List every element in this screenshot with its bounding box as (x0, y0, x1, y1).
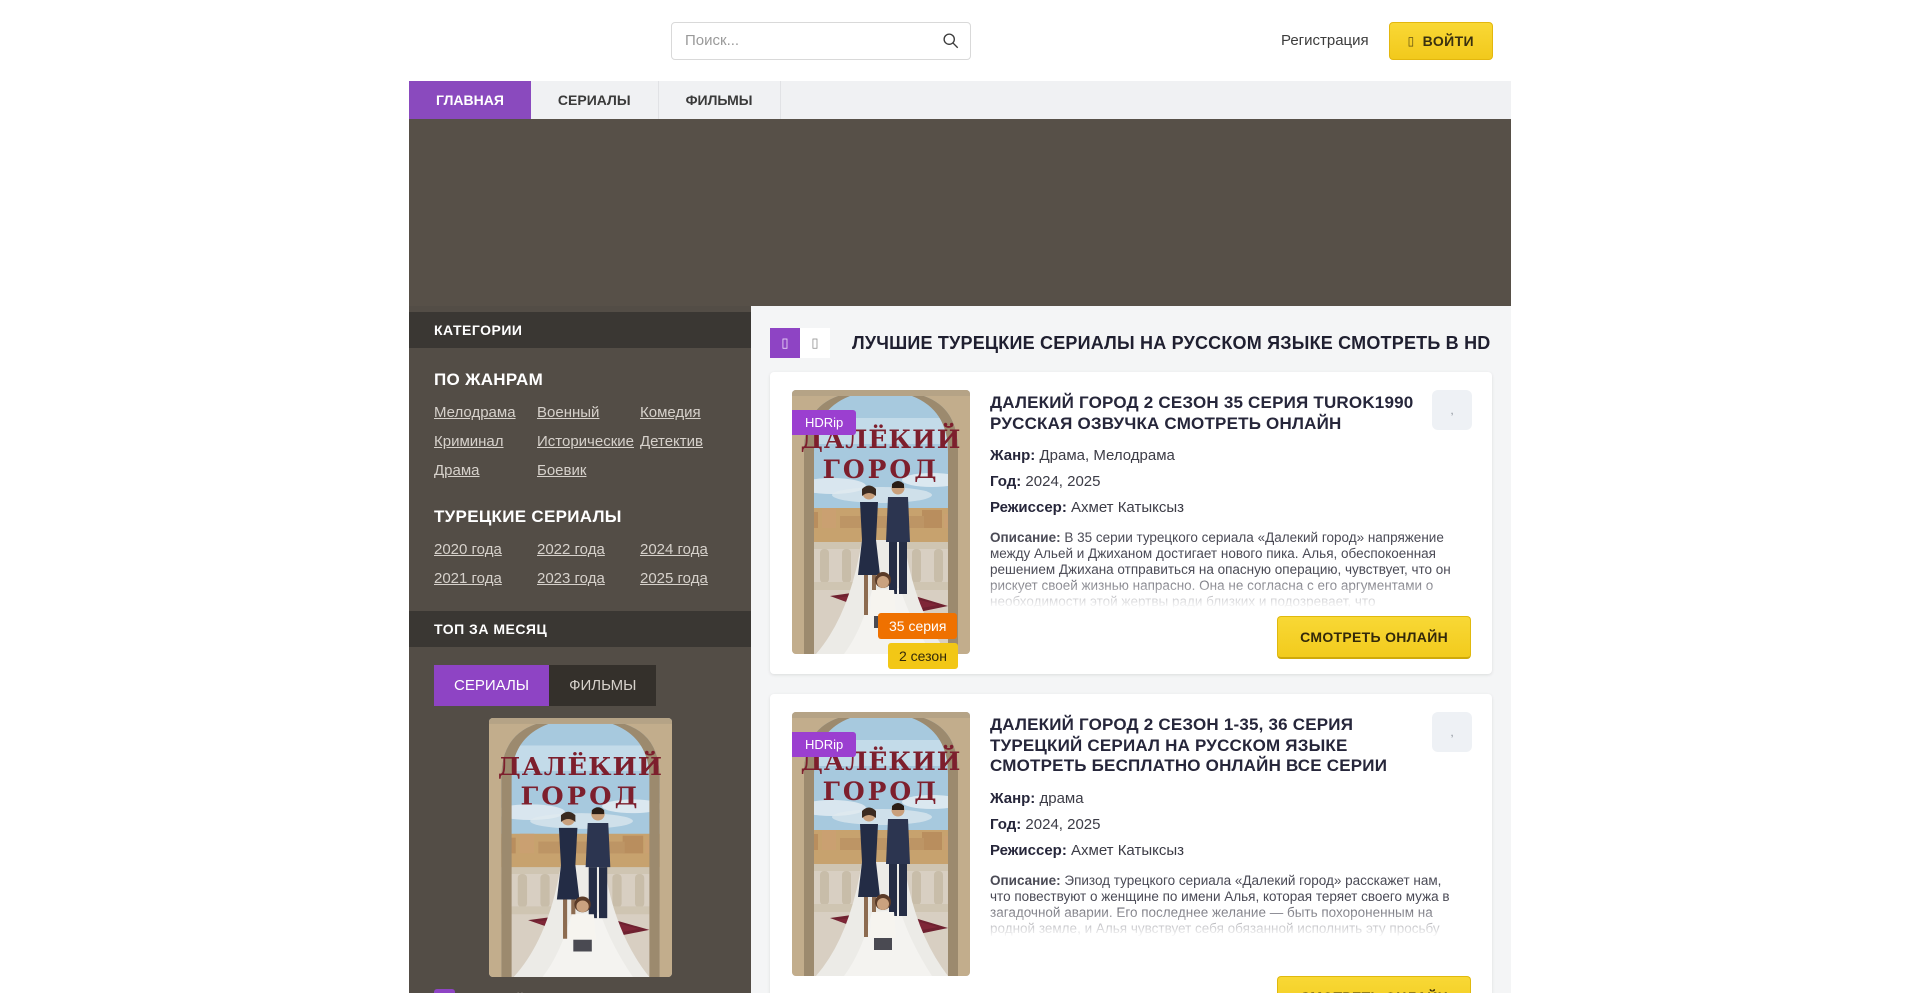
content-columns: КАТЕГОРИИ ПО ЖАНРАМ Мелодрама Военный Ко… (409, 306, 1511, 993)
list-view-button[interactable]: ▯ (800, 328, 830, 358)
genre-link[interactable]: Криминал (434, 433, 537, 450)
nav-item-films[interactable]: ФИЛЬМЫ (659, 81, 781, 119)
genre-link[interactable]: Боевик (537, 462, 640, 479)
svg-text:ГОРОД: ГОРОД (520, 781, 640, 810)
description: Описание: В 35 серии турецкого сериала «… (990, 530, 1460, 608)
director-value: Ахмет Катыксыз (1071, 842, 1184, 859)
episode-badge: 35 серия (878, 613, 957, 639)
bookmark-icon: , (1450, 403, 1453, 417)
genre-label: Жанр: (990, 447, 1035, 464)
year-link[interactable]: 2025 года (640, 570, 726, 587)
quality-badge: HDRip (792, 732, 856, 757)
svg-text:ДАЛЁКИЙ: ДАЛЁКИЙ (497, 750, 662, 781)
description-label: Описание: (990, 873, 1061, 888)
search-icon (942, 32, 959, 49)
description-label: Описание: (990, 530, 1061, 545)
card-title-link[interactable]: ДАЛЕКИЙ ГОРОД 2 СЕЗОН 35 СЕРИЯ TUROK1990… (990, 393, 1440, 434)
search-input[interactable] (672, 32, 930, 49)
sidebar: КАТЕГОРИИ ПО ЖАНРАМ Мелодрама Военный Ко… (409, 306, 751, 993)
genre-label: Жанр: (990, 790, 1035, 807)
year-value: 2024, 2025 (1025, 816, 1100, 833)
genre-value: Драма, Мелодрама (1039, 447, 1174, 464)
tab-series[interactable]: СЕРИАЛЫ (434, 665, 549, 706)
login-button-label: ВОЙТИ (1423, 33, 1474, 49)
genre-link[interactable]: Комедия (640, 404, 726, 421)
genre-link[interactable]: Военный (537, 404, 640, 421)
nav-item-home[interactable]: ГЛАВНАЯ (409, 81, 531, 119)
site-header: Регистрация ▯ ВОЙТИ (409, 0, 1511, 81)
hero-banner (409, 119, 1511, 306)
director-label: Режиссер: (990, 499, 1067, 516)
top-month-tabs: СЕРИАЛЫ ФИЛЬМЫ (434, 665, 751, 706)
genre-link[interactable]: Детектив (640, 433, 726, 450)
turkish-series-heading: ТУРЕЦКИЕ СЕРИАЛЫ (434, 507, 726, 527)
view-toggle: ▯ ▯ (770, 328, 830, 358)
years-grid: 2020 года 2022 года 2024 года 2021 года … (434, 541, 726, 587)
year-link[interactable]: 2024 года (640, 541, 726, 558)
watch-online-button[interactable]: СМОТРЕТЬ ОНЛАЙН (1277, 616, 1471, 659)
year-link[interactable]: 2023 года (537, 570, 640, 587)
year-link[interactable]: 2021 года (434, 570, 537, 587)
register-link[interactable]: Регистрация (1281, 32, 1369, 49)
genre-row: Жанр: Драма, Мелодрама (990, 447, 1472, 464)
top-month-list-item[interactable]: 1 Далекий город 2 сезон 1-35, 36 серия (409, 977, 751, 993)
poster-art: ДАЛЁКИЙ ГОРОД (489, 718, 672, 977)
quality-badge: HDRip (792, 410, 856, 435)
main-nav: ГЛАВНАЯ СЕРИАЛЫ ФИЛЬМЫ (409, 81, 1511, 119)
genre-link[interactable]: Драма (434, 462, 537, 479)
login-icon: ▯ (1408, 34, 1415, 48)
turkish-series-section: ТУРЕЦКИЕ СЕРИАЛЫ 2020 года 2022 года 202… (409, 485, 751, 593)
page-container: Регистрация ▯ ВОЙТИ ГЛАВНАЯ СЕРИАЛЫ ФИЛЬ… (409, 0, 1511, 993)
genre-value: драма (1039, 790, 1083, 807)
director-row: Режиссер: Ахмет Катыксыз (990, 499, 1472, 516)
list-view-icon: ▯ (811, 335, 818, 351)
categories-header: КАТЕГОРИИ (409, 312, 751, 348)
top-item-title[interactable]: Далекий город 2 сезон 1-35, 36 серия (469, 989, 713, 993)
main-content: ▯ ▯ ЛУЧШИЕ ТУРЕЦКИЕ СЕРИАЛЫ НА РУССКОМ Я… (751, 306, 1511, 993)
login-button[interactable]: ▯ ВОЙТИ (1389, 22, 1493, 60)
search-box (671, 22, 971, 60)
top-month-header: ТОП ЗА МЕСЯЦ (409, 611, 751, 647)
top-month-poster[interactable]: ДАЛЁКИЙ ГОРОД (489, 718, 672, 977)
grid-view-icon: ▯ (781, 335, 788, 351)
card-title-link[interactable]: ДАЛЕКИЙ ГОРОД 2 СЕЗОН 1-35, 36 СЕРИЯ ТУР… (990, 715, 1440, 777)
series-card: ДАЛЁКИЙ ГОРОД HDRip ДАЛЕКИЙ ГОРОД 2 СЕЗО… (770, 694, 1492, 993)
tab-films[interactable]: ФИЛЬМЫ (549, 665, 656, 706)
director-value: Ахмет Катыксыз (1071, 499, 1184, 516)
series-card: ДАЛЁКИЙ ГОРОД HDRip 35 серия 2 сезон ДАЛ… (770, 372, 1492, 674)
description: Описание: Эпизод турецкого сериала «Дале… (990, 873, 1460, 937)
page-title: ЛУЧШИЕ ТУРЕЦКИЕ СЕРИАЛЫ НА РУССКОМ ЯЗЫКЕ… (852, 333, 1490, 354)
year-value: 2024, 2025 (1025, 473, 1100, 490)
director-row: Режиссер: Ахмет Катыксыз (990, 842, 1472, 859)
bookmark-button[interactable]: , (1432, 712, 1472, 752)
card-body: ДАЛЕКИЙ ГОРОД 2 СЕЗОН 1-35, 36 СЕРИЯ ТУР… (990, 712, 1472, 993)
year-link[interactable]: 2022 года (537, 541, 640, 558)
rank-badge: 1 (434, 989, 455, 993)
genre-link[interactable]: Исторические (537, 433, 640, 450)
search-button[interactable] (930, 23, 970, 59)
genre-row: Жанр: драма (990, 790, 1472, 807)
year-row: Год: 2024, 2025 (990, 473, 1472, 490)
grid-view-button[interactable]: ▯ (770, 328, 800, 358)
svg-text:ГОРОД: ГОРОД (823, 777, 940, 806)
bookmark-button[interactable]: , (1432, 390, 1472, 430)
year-link[interactable]: 2020 года (434, 541, 537, 558)
genres-heading: ПО ЖАНРАМ (434, 370, 726, 390)
watch-online-button[interactable]: СМОТРЕТЬ ОНЛАЙН (1277, 976, 1471, 993)
season-badge: 2 сезон (888, 643, 958, 669)
year-label: Год: (990, 816, 1021, 833)
bookmark-icon: , (1450, 725, 1453, 739)
year-label: Год: (990, 473, 1021, 490)
svg-text:ГОРОД: ГОРОД (823, 455, 940, 484)
genres-section: ПО ЖАНРАМ Мелодрама Военный Комедия Крим… (409, 348, 751, 485)
year-row: Год: 2024, 2025 (990, 816, 1472, 833)
genres-grid: Мелодрама Военный Комедия Криминал Истор… (434, 404, 726, 479)
genre-link[interactable]: Мелодрама (434, 404, 537, 421)
director-label: Режиссер: (990, 842, 1067, 859)
nav-item-series[interactable]: СЕРИАЛЫ (531, 81, 659, 119)
section-header: ▯ ▯ ЛУЧШИЕ ТУРЕЦКИЕ СЕРИАЛЫ НА РУССКОМ Я… (770, 328, 1492, 358)
